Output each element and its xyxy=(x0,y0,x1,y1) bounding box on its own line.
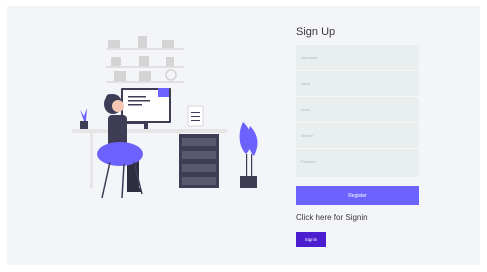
shelf xyxy=(106,81,184,83)
doc-line xyxy=(191,120,200,121)
screen-line xyxy=(128,100,150,102)
plant-stem xyxy=(246,154,248,178)
signin-button[interactable]: Signin xyxy=(296,232,326,247)
desk-leg xyxy=(90,133,93,188)
screen-accent xyxy=(158,88,169,97)
shelf xyxy=(106,48,184,50)
books-icon xyxy=(139,56,149,66)
chair-leg xyxy=(121,163,125,199)
person-arm xyxy=(124,121,146,124)
clock-icon xyxy=(165,69,177,81)
books-icon xyxy=(166,57,174,66)
frame-icon xyxy=(108,40,120,48)
doc-line xyxy=(191,112,200,113)
signup-form: Username Name Email Number Password xyxy=(296,45,419,177)
drawer xyxy=(182,164,216,172)
pot xyxy=(240,176,257,188)
vase-icon xyxy=(138,36,147,48)
books-icon xyxy=(111,57,121,66)
books-icon xyxy=(139,71,151,81)
pot xyxy=(80,121,88,129)
books-icon xyxy=(114,71,126,81)
register-button[interactable]: Register xyxy=(296,186,419,205)
number-field[interactable]: Number xyxy=(296,123,419,149)
drawer xyxy=(182,151,216,159)
screen-line xyxy=(128,96,146,98)
name-field[interactable]: Name xyxy=(296,71,419,97)
email-field[interactable]: Email xyxy=(296,97,419,123)
drawer xyxy=(182,138,216,146)
screen-line xyxy=(128,104,142,106)
plant-icon xyxy=(80,108,87,121)
desk xyxy=(72,129,227,133)
chair-leg xyxy=(101,161,111,199)
plant-stem xyxy=(251,154,253,178)
signup-title: Sign Up xyxy=(296,26,336,38)
plant-leaf xyxy=(247,126,258,156)
password-field[interactable]: Password xyxy=(296,149,419,175)
page-container: Sign Up Username Name Email Number Passw… xyxy=(7,6,480,265)
person-at-desk-illustration xyxy=(72,36,258,199)
frame-icon xyxy=(162,40,174,48)
doc-line xyxy=(191,116,200,117)
shelf xyxy=(106,66,184,68)
chair xyxy=(97,142,143,166)
hair-bun xyxy=(106,94,114,102)
person-shoe xyxy=(127,188,141,192)
drawer xyxy=(182,177,216,185)
person-face xyxy=(112,100,124,112)
signin-prompt: Click here for Signin xyxy=(296,213,368,222)
username-field[interactable]: Username xyxy=(296,45,419,71)
